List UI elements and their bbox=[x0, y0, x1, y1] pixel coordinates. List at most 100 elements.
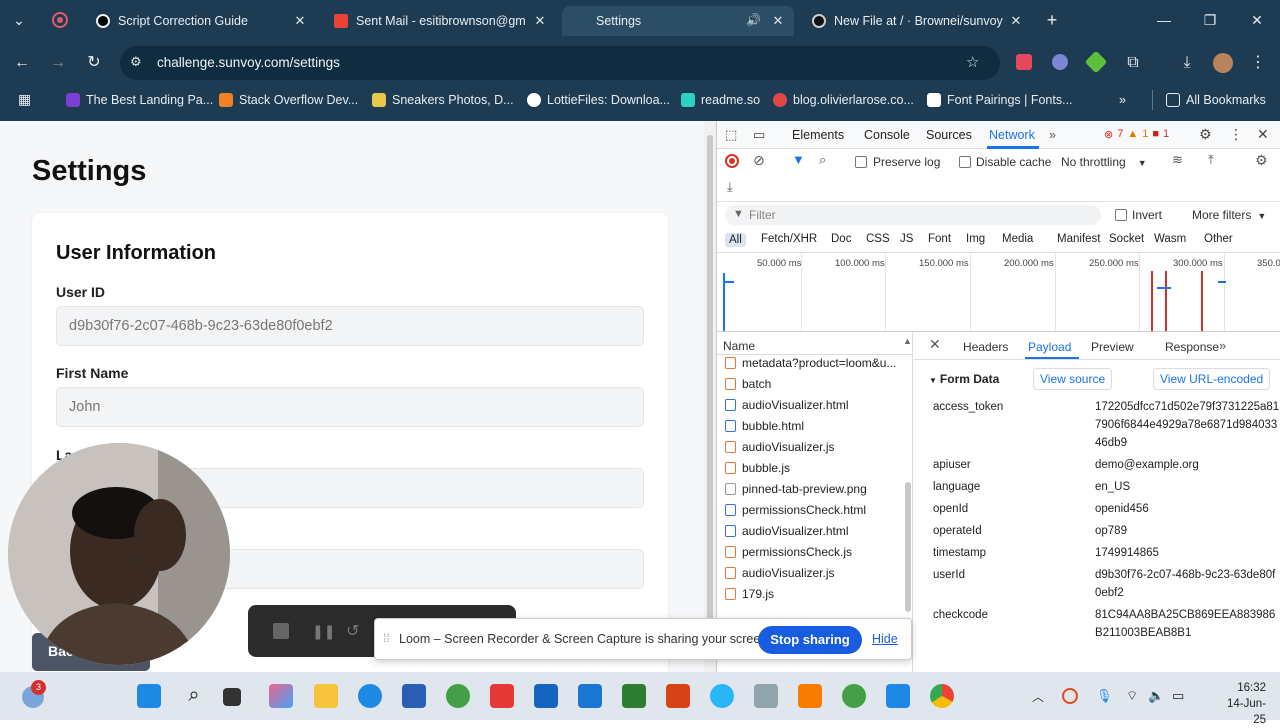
extensions-puzzle-icon[interactable]: ⧉ bbox=[1123, 53, 1143, 73]
filter-fetch-xhr[interactable]: Fetch/XHR bbox=[761, 233, 817, 245]
network-settings-icon[interactable]: ⚙ bbox=[1255, 152, 1268, 169]
device-toolbar-icon[interactable]: ▭ bbox=[753, 127, 765, 143]
tab-elements[interactable]: Elements bbox=[792, 128, 844, 142]
request-row[interactable]: permissionsCheck.html bbox=[725, 503, 866, 517]
calculator-icon[interactable] bbox=[754, 684, 778, 708]
kebab-menu-icon[interactable]: ⋮ bbox=[1229, 126, 1243, 143]
profile-avatar[interactable] bbox=[1213, 53, 1233, 73]
acrobat-icon[interactable] bbox=[490, 684, 514, 708]
tab-search-icon[interactable]: ⌄ bbox=[9, 10, 29, 30]
search-icon[interactable]: ⌕ bbox=[819, 152, 826, 168]
outlook-icon[interactable] bbox=[534, 684, 558, 708]
filter-funnel-icon[interactable]: ▼ bbox=[792, 152, 805, 167]
restore-icon[interactable]: ❐ bbox=[1200, 10, 1220, 30]
stop-record-icon[interactable] bbox=[273, 623, 289, 639]
name-column-header[interactable]: Name bbox=[723, 339, 755, 353]
menu-icon[interactable]: ⋮ bbox=[1248, 53, 1268, 73]
form-data-toggle[interactable]: ▼ Form Data bbox=[929, 372, 999, 386]
view-url-encoded-button[interactable]: View URL-encoded bbox=[1153, 368, 1271, 390]
apps-grid-icon[interactable]: ▦ bbox=[18, 91, 34, 107]
close-tab-icon[interactable]: ✕ bbox=[770, 13, 786, 29]
more-filters-button[interactable]: More filters ▼ bbox=[1192, 208, 1266, 222]
download-har-icon[interactable]: ⤓ bbox=[727, 179, 733, 195]
copilot-icon[interactable] bbox=[269, 684, 293, 708]
bookmark-item[interactable]: Font Pairings | Fonts... bbox=[927, 90, 1073, 110]
invert-checkbox[interactable] bbox=[1115, 209, 1127, 221]
show-hidden-icons-icon[interactable]: ︿ bbox=[1032, 688, 1044, 705]
bookmark-item[interactable]: readme.so bbox=[681, 90, 760, 110]
whatsapp-icon[interactable] bbox=[842, 684, 866, 708]
more-tabs-icon[interactable]: » bbox=[1049, 128, 1056, 142]
preserve-log-checkbox[interactable] bbox=[855, 156, 867, 168]
tab-script-correction[interactable]: Script Correction Guide ✕ bbox=[84, 6, 316, 36]
stop-sharing-button[interactable]: Stop sharing bbox=[758, 626, 862, 654]
word-icon[interactable] bbox=[578, 684, 602, 708]
tab-sent-mail[interactable]: Sent Mail - esitibrownson@gm ✕ bbox=[322, 6, 556, 36]
bookmark-item[interactable]: The Best Landing Pa... bbox=[66, 90, 213, 110]
speaker-icon[interactable]: 🔊 bbox=[746, 13, 761, 27]
request-row[interactable]: batch bbox=[725, 377, 771, 391]
minimize-icon[interactable]: — bbox=[1154, 10, 1174, 30]
throttling-select[interactable]: No throttling ▼ bbox=[1061, 155, 1147, 169]
filter-css[interactable]: CSS bbox=[866, 233, 890, 245]
request-row[interactable]: audioVisualizer.html bbox=[725, 398, 849, 412]
filter-media[interactable]: Media bbox=[1002, 233, 1033, 245]
tab-settings[interactable]: Settings 🔊 ✕ bbox=[562, 6, 794, 36]
clear-icon[interactable]: ⊘ bbox=[753, 152, 765, 169]
request-row[interactable]: audioVisualizer.js bbox=[725, 440, 835, 454]
tab-sources[interactable]: Sources bbox=[926, 128, 972, 142]
bookmark-star-icon[interactable]: ☆ bbox=[966, 53, 979, 71]
request-row[interactable]: audioVisualizer.html bbox=[725, 524, 849, 538]
record-icon[interactable] bbox=[52, 12, 68, 28]
close-window-icon[interactable]: ✕ bbox=[1247, 10, 1267, 30]
network-conditions-icon[interactable]: ≋ bbox=[1172, 152, 1183, 168]
webcam-bubble[interactable] bbox=[8, 443, 230, 665]
filter-font[interactable]: Font bbox=[928, 233, 951, 245]
close-devtools-icon[interactable]: ✕ bbox=[1257, 126, 1269, 143]
powerpoint-icon[interactable] bbox=[666, 684, 690, 708]
pause-icon[interactable]: ❚❚ bbox=[312, 623, 335, 639]
tray-app-icon[interactable] bbox=[1062, 688, 1078, 704]
all-bookmarks-button[interactable]: All Bookmarks bbox=[1166, 90, 1266, 110]
filter-wasm[interactable]: Wasm bbox=[1154, 233, 1186, 245]
vscode-icon[interactable] bbox=[886, 684, 910, 708]
request-row[interactable]: metadata?product=loom&u... bbox=[725, 356, 896, 370]
extension-icon[interactable] bbox=[1016, 54, 1032, 70]
app-icon[interactable] bbox=[446, 684, 470, 708]
user-id-field[interactable]: d9b30f76-2c07-468b-9c23-63de80f0ebf2 bbox=[56, 306, 644, 346]
request-row[interactable]: 179.js bbox=[725, 587, 774, 601]
hide-link[interactable]: Hide bbox=[872, 632, 898, 646]
bookmarks-overflow-icon[interactable]: » bbox=[1119, 90, 1126, 110]
windows-start-icon[interactable] bbox=[137, 684, 161, 708]
filter-input[interactable]: ▼ Filter bbox=[725, 205, 1101, 225]
url-text[interactable]: challenge.sunvoy.com/settings bbox=[157, 55, 340, 70]
excel-icon[interactable] bbox=[622, 684, 646, 708]
extension-icon[interactable] bbox=[1084, 50, 1108, 74]
filter-img[interactable]: Img bbox=[966, 233, 985, 245]
clock[interactable]: 16:32 14-Jun-25 bbox=[1216, 680, 1266, 728]
inspect-icon[interactable]: ⬚ bbox=[725, 127, 737, 143]
reload-icon[interactable]: ↻ bbox=[84, 53, 104, 73]
record-network-icon[interactable] bbox=[725, 154, 739, 168]
upload-icon[interactable]: ⤒ bbox=[1208, 152, 1214, 168]
chrome-icon[interactable] bbox=[930, 684, 954, 708]
bookmark-item[interactable]: Sneakers Photos, D... bbox=[372, 90, 514, 110]
new-tab-icon[interactable]: + bbox=[1042, 10, 1062, 30]
issue-counters[interactable]: ⊗ 7 ▲ 1 ■ 1 bbox=[1104, 128, 1169, 141]
network-overview-timeline[interactable]: 50.000 ms 100.000 ms 150.000 ms 200.000 … bbox=[717, 253, 1280, 331]
tab-network[interactable]: Network bbox=[989, 128, 1035, 142]
address-bar[interactable]: ⚙ challenge.sunvoy.com/settings ☆ bbox=[120, 46, 1000, 80]
first-name-field[interactable]: John bbox=[56, 387, 644, 427]
page-scrollbar[interactable] bbox=[704, 121, 716, 672]
disable-cache-checkbox[interactable] bbox=[959, 156, 971, 168]
tab-payload[interactable]: Payload bbox=[1028, 340, 1071, 354]
view-source-button[interactable]: View source bbox=[1033, 368, 1113, 390]
forward-icon[interactable]: → bbox=[48, 53, 68, 73]
media-player-icon[interactable] bbox=[798, 684, 822, 708]
tab-preview[interactable]: Preview bbox=[1091, 340, 1134, 354]
tab-response[interactable]: Response bbox=[1165, 340, 1219, 354]
close-tab-icon[interactable]: ✕ bbox=[532, 13, 548, 29]
sort-up-icon[interactable]: ▲ bbox=[903, 336, 912, 346]
wifi-icon[interactable]: ⌔ bbox=[1126, 688, 1138, 704]
store-icon[interactable] bbox=[402, 684, 426, 708]
